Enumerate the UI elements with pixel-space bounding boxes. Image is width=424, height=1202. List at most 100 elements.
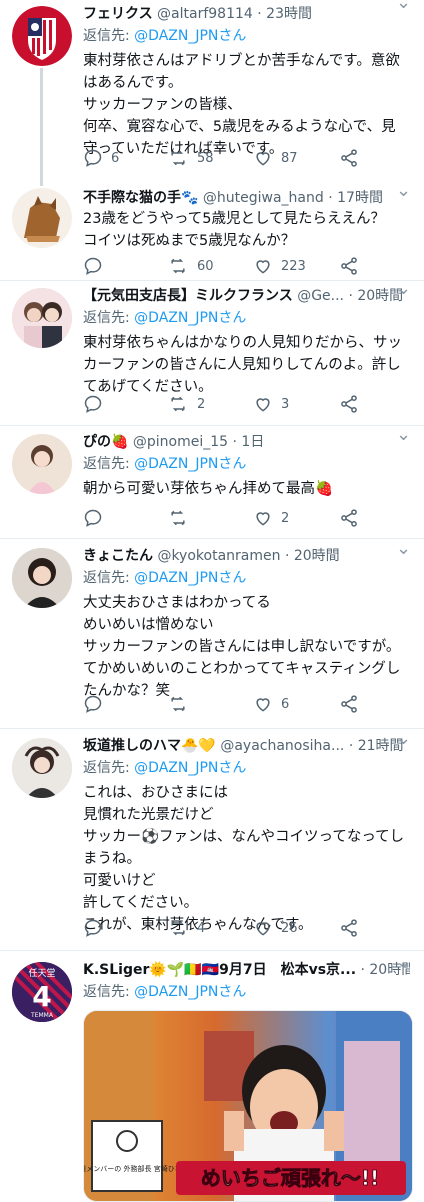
retweet-button[interactable]: 58 [167, 148, 214, 168]
more-menu-icon[interactable] [396, 538, 414, 559]
handle[interactable]: @ayachanosiha... [220, 738, 344, 754]
reply-to: 返信先: @DAZN_JPNさん [83, 984, 247, 1000]
handle[interactable]: @hutegiwa_hand [203, 190, 324, 206]
handle[interactable]: @Ge... [297, 288, 344, 304]
avatar-team[interactable]: 任天堂 4 TEMMA [12, 962, 72, 1022]
tweet-separator [0, 425, 424, 426]
share-button[interactable] [339, 148, 359, 168]
like-button[interactable]: 26 [253, 918, 298, 938]
tweet-4[interactable]: ぴの🍓 @pinomei_15 · 1日 返信先: @DAZN_JPNさん 朝か… [0, 424, 424, 534]
tweet-6[interactable]: 坂道推しのハマ🐣💛 @ayachanosiha... · 21時間 返信先: @… [0, 728, 424, 946]
heart-icon [256, 512, 270, 526]
tweet-text: 東村芽依ちゃんはかなりの人見知りだから、サッカーファンの皆さんに人見知りしてんの… [83, 335, 402, 395]
display-name[interactable]: きょこたん [83, 548, 153, 564]
tweet-separator [0, 728, 424, 729]
avatar-cat[interactable] [12, 188, 72, 248]
display-name[interactable]: ぴの🍓 [83, 434, 128, 450]
tweet-5[interactable]: きょこたん @kyokotanramen · 20時間 返信先: @DAZN_J… [0, 538, 424, 728]
like-button[interactable]: 87 [253, 148, 298, 168]
reply-to: 返信先: @DAZN_JPNさん [83, 456, 247, 472]
retweet-button[interactable]: 60 [167, 256, 214, 276]
avatar-user[interactable] [12, 434, 72, 494]
share-button[interactable] [339, 918, 359, 938]
reply-button[interactable] [83, 694, 111, 714]
like-count: 223 [281, 258, 306, 274]
timestamp[interactable]: 20時間 [294, 548, 340, 564]
handle[interactable]: @altarf98114 [157, 6, 253, 22]
reply-button[interactable] [83, 256, 111, 276]
reply-mention-link[interactable]: @DAZN_JPNさん [134, 760, 246, 776]
reply-mention-link[interactable]: @DAZN_JPNさん [134, 456, 246, 472]
avatar-atletico[interactable] [12, 6, 72, 66]
share-button[interactable] [339, 508, 359, 528]
share-button[interactable] [339, 394, 359, 414]
retweet-button[interactable]: 2 [167, 394, 205, 414]
tweet-1[interactable]: フェリクス @altarf98114 · 23時間 返信先: @DAZN_JPN… [0, 0, 424, 186]
share-icon [341, 395, 357, 413]
timestamp[interactable]: 23時間 [266, 6, 312, 22]
retweet-button[interactable] [167, 694, 197, 714]
timestamp[interactable]: 17時間 [337, 190, 383, 206]
like-button[interactable]: 3 [253, 394, 289, 414]
more-menu-icon[interactable] [396, 278, 414, 299]
reply-icon [84, 919, 102, 937]
share-button[interactable] [339, 694, 359, 714]
retweet-icon [171, 920, 185, 936]
tweet-3[interactable]: 【元気田支店長】ミルクフランス @Ge... · 20時間 返信先: @DAZN… [0, 278, 424, 422]
tweet-7[interactable]: 任天堂 4 TEMMA K.SLiger🌞🌱🇲🇱🇰🇭9月7日 松本vs京... … [0, 952, 424, 1202]
retweet-button[interactable] [167, 508, 197, 528]
handle[interactable]: @kyokotanramen [157, 548, 280, 564]
avatar-user[interactable] [12, 548, 72, 608]
reply-mention-link[interactable]: @DAZN_JPNさん [134, 984, 246, 1000]
more-menu-icon[interactable] [396, 424, 414, 445]
like-button[interactable]: 223 [253, 256, 306, 276]
tweet-separator [0, 950, 424, 951]
photo-avatar-icon [12, 288, 72, 348]
tweet-text: これは、おひさまには 見慣れた光景だけど サッカー⚽ファンは、なんやコイツってな… [83, 785, 405, 933]
jersey-avatar-icon: 任天堂 4 TEMMA [12, 962, 72, 1022]
reply-mention-link[interactable]: @DAZN_JPNさん [134, 570, 246, 586]
handle[interactable]: @pinomei_15 [133, 434, 228, 450]
retweet-button[interactable]: 4 [167, 918, 205, 938]
reply-to: 返信先: @DAZN_JPNさん [83, 570, 247, 586]
reply-icon [84, 395, 102, 413]
more-menu-icon[interactable] [396, 180, 414, 201]
tweet-2[interactable]: 不手際な猫の手🐾 @hutegiwa_hand · 17時間 23歳をどうやって… [0, 180, 424, 278]
display-name[interactable]: 不手際な猫の手🐾 [83, 190, 198, 206]
more-menu-icon[interactable] [396, 728, 414, 749]
share-icon [341, 695, 357, 713]
tv-screenshot-image: 欧道メンバーの 外務部長 宮崎ひな めいちご頑張れ〜!! [84, 1011, 412, 1201]
heart-icon [256, 152, 270, 166]
display-name[interactable]: フェリクス [83, 6, 153, 22]
reply-button[interactable]: 6 [83, 148, 119, 168]
like-count: 2 [281, 510, 290, 526]
thread-connector [40, 68, 43, 186]
retweet-icon [171, 396, 185, 412]
timestamp[interactable]: 1日 [241, 434, 264, 450]
tweet-header: きょこたん @kyokotanramen · 20時間 [83, 548, 340, 564]
display-name[interactable]: 【元気田支店長】ミルクフランス [83, 288, 293, 304]
tweet-header: 坂道推しのハマ🐣💛 @ayachanosiha... · 21時間 [83, 738, 404, 754]
reply-button[interactable] [83, 394, 111, 414]
share-button[interactable] [339, 256, 359, 276]
avatar-user[interactable] [12, 288, 72, 348]
reply-button[interactable] [83, 918, 111, 938]
tweet-media-image[interactable]: 欧道メンバーの 外務部長 宮崎ひな めいちご頑張れ〜!! [83, 1010, 413, 1202]
tweet-text: 東村芽依さんはアドリブとか苦手なんです。意欲はあるんです。 サッカーファンの皆様… [83, 53, 400, 157]
avatar-user[interactable] [12, 738, 72, 798]
like-button[interactable]: 2 [253, 508, 289, 528]
reply-to: 返信先: @DAZN_JPNさん [83, 28, 247, 44]
tweet-separator [0, 538, 424, 539]
more-menu-icon[interactable] [396, 952, 414, 973]
reply-button[interactable] [83, 508, 111, 528]
reply-mention-link[interactable]: @DAZN_JPNさん [134, 28, 246, 44]
display-name[interactable]: 坂道推しのハマ🐣💛 [83, 738, 216, 754]
more-menu-icon[interactable] [396, 0, 414, 13]
display-name[interactable]: K.SLiger🌞🌱🇲🇱🇰🇭9月7日 松本vs京... [83, 962, 356, 978]
like-count: 26 [281, 920, 298, 936]
like-button[interactable]: 6 [253, 694, 289, 714]
reply-mention-link[interactable]: @DAZN_JPNさん [134, 310, 246, 326]
tweet-header: K.SLiger🌞🌱🇲🇱🇰🇭9月7日 松本vs京... · 20時間 [83, 960, 410, 980]
tweet-actions: 6 58 87 [83, 148, 373, 170]
retweet-count: 58 [197, 150, 214, 166]
